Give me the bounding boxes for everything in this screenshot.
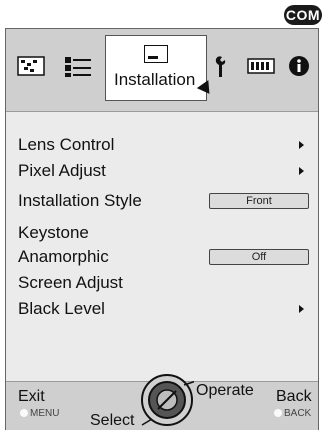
tab-memory[interactable]: [244, 51, 278, 81]
operate-label: Operate: [196, 382, 254, 399]
installation-menu: Lens Control Pixel Adjust Installation S…: [6, 112, 318, 382]
back-hint-label: BACK: [284, 408, 312, 419]
arrow-right-icon: [299, 305, 304, 313]
menu-button-hint: MENU: [20, 408, 59, 419]
menu-item-label: Anamorphic: [18, 247, 109, 266]
installation-style-value[interactable]: Front: [209, 193, 309, 209]
anamorphic-value[interactable]: Off: [209, 249, 309, 265]
menu-item-label: Installation Style: [18, 191, 142, 210]
arrow-right-icon: [299, 141, 304, 149]
info-icon: [289, 56, 309, 76]
menu-item-label: Screen Adjust: [18, 273, 123, 292]
picture-icon: [17, 56, 45, 76]
back-button-hint: BACK: [274, 408, 311, 419]
sliders-icon: [65, 57, 91, 77]
tab-information[interactable]: [282, 51, 316, 81]
menu-item-label: Keystone: [18, 223, 89, 242]
footer-bar: Exit MENU Select Operate Back BACK: [6, 374, 318, 430]
tab-bar: Installation: [6, 29, 318, 112]
tab-adjust[interactable]: [61, 51, 95, 81]
arrow-right-icon: [299, 167, 304, 175]
tab-installation-label: Installation: [114, 70, 196, 89]
exit-label[interactable]: Exit: [18, 388, 45, 406]
wrench-icon: [215, 56, 226, 77]
menu-item-label: Lens Control: [18, 135, 115, 154]
com-badge: COM: [284, 5, 322, 25]
menu-item-screen-adjust[interactable]: Screen Adjust: [18, 272, 308, 294]
select-label: Select: [90, 412, 135, 429]
tab-setup[interactable]: [206, 51, 240, 81]
menu-hint-label: MENU: [30, 408, 60, 419]
button-dot-icon: [274, 409, 282, 417]
memory-icon: [247, 58, 275, 74]
tab-installation[interactable]: Installation: [105, 35, 207, 101]
osd-menu-window: Installation Lens Control Pixel Adjust I…: [5, 28, 319, 430]
menu-item-black-level[interactable]: Black Level: [18, 298, 308, 320]
navigation-dial-icon[interactable]: [140, 373, 194, 427]
menu-item-pixel-adjust[interactable]: Pixel Adjust: [18, 160, 308, 182]
tab-picture[interactable]: [16, 51, 50, 81]
button-dot-icon: [20, 409, 28, 417]
menu-item-lens-control[interactable]: Lens Control: [18, 134, 308, 156]
menu-item-label: Pixel Adjust: [18, 161, 106, 180]
menu-item-keystone[interactable]: Keystone: [18, 222, 308, 244]
back-label[interactable]: Back: [276, 388, 312, 406]
screen-icon: [144, 45, 168, 63]
menu-item-label: Black Level: [18, 299, 105, 318]
